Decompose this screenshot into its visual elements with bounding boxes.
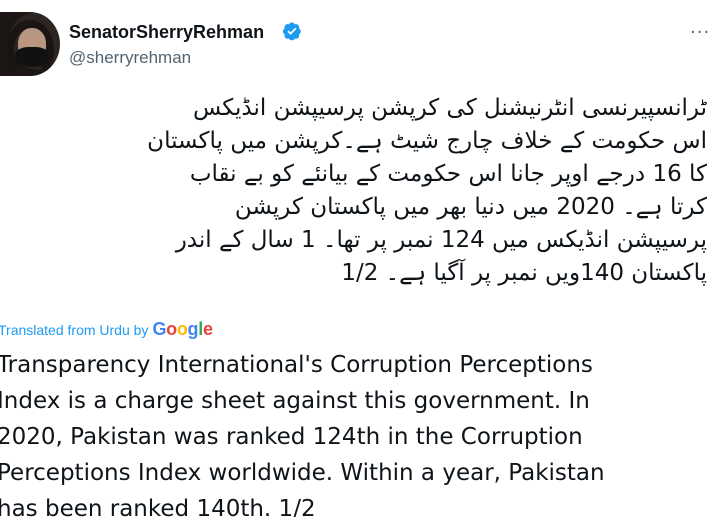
author-display-name[interactable]: SenatorSherryRehman: [69, 22, 264, 43]
google-logo-letter: e: [202, 319, 213, 339]
tweet-text-urdu: ٹرانسپیرنسی انٹرنیشنل کی کرپشن پرسیپشن ا…: [0, 92, 707, 290]
translation-attribution[interactable]: Translated from Urdu by Google: [0, 319, 213, 340]
translation-label: Translated from Urdu by: [0, 322, 149, 338]
urdu-text-line: کا 16 درجے اوپر جانا اس حکومت کے بیانئے …: [189, 161, 707, 187]
urdu-text-line: اس حکومت کے خلاف چارج شیٹ ہے۔کرپشن میں پ…: [147, 128, 707, 154]
urdu-text-line: پاکستان 140ویں نمبر پر آگیا ہے۔ 1/2: [341, 260, 707, 286]
tweet-card: SenatorSherryRehman @sherryrehman ··· ٹر…: [0, 0, 715, 517]
google-logo-letter: g: [187, 319, 199, 339]
verified-badge-icon: [282, 22, 301, 41]
translated-text-line: Perceptions Index worldwide. Within a ye…: [0, 460, 605, 486]
google-logo-letter: o: [176, 319, 188, 339]
more-options-icon[interactable]: ···: [690, 22, 710, 43]
urdu-text-line: پرسیپشن انڈیکس میں 124 نمبر پر تھا۔ 1 سا…: [175, 227, 707, 253]
translated-text-line: Transparency International's Corruption …: [0, 352, 593, 378]
avatar-face-mask: [15, 47, 49, 67]
google-logo-icon: Google: [152, 319, 213, 340]
translated-text-line: has been ranked 140th. 1/2: [0, 496, 316, 517]
urdu-text-line: ٹرانسپیرنسی انٹرنیشنل کی کرپشن پرسیپشن ا…: [192, 95, 707, 121]
avatar[interactable]: [0, 12, 60, 76]
author-handle[interactable]: @sherryrehman: [69, 48, 191, 68]
urdu-text-line: کرتا ہے۔ 2020 میں دنیا بھر میں پاکستان ک…: [234, 194, 707, 220]
translated-text-line: Index is a charge sheet against this gov…: [0, 388, 590, 414]
tweet-text-translation: Transparency International's Corruption …: [0, 347, 715, 517]
google-logo-letter: o: [166, 319, 177, 339]
translated-text-line: 2020, Pakistan was ranked 124th in the C…: [0, 424, 583, 450]
google-logo-letter: G: [152, 319, 167, 339]
